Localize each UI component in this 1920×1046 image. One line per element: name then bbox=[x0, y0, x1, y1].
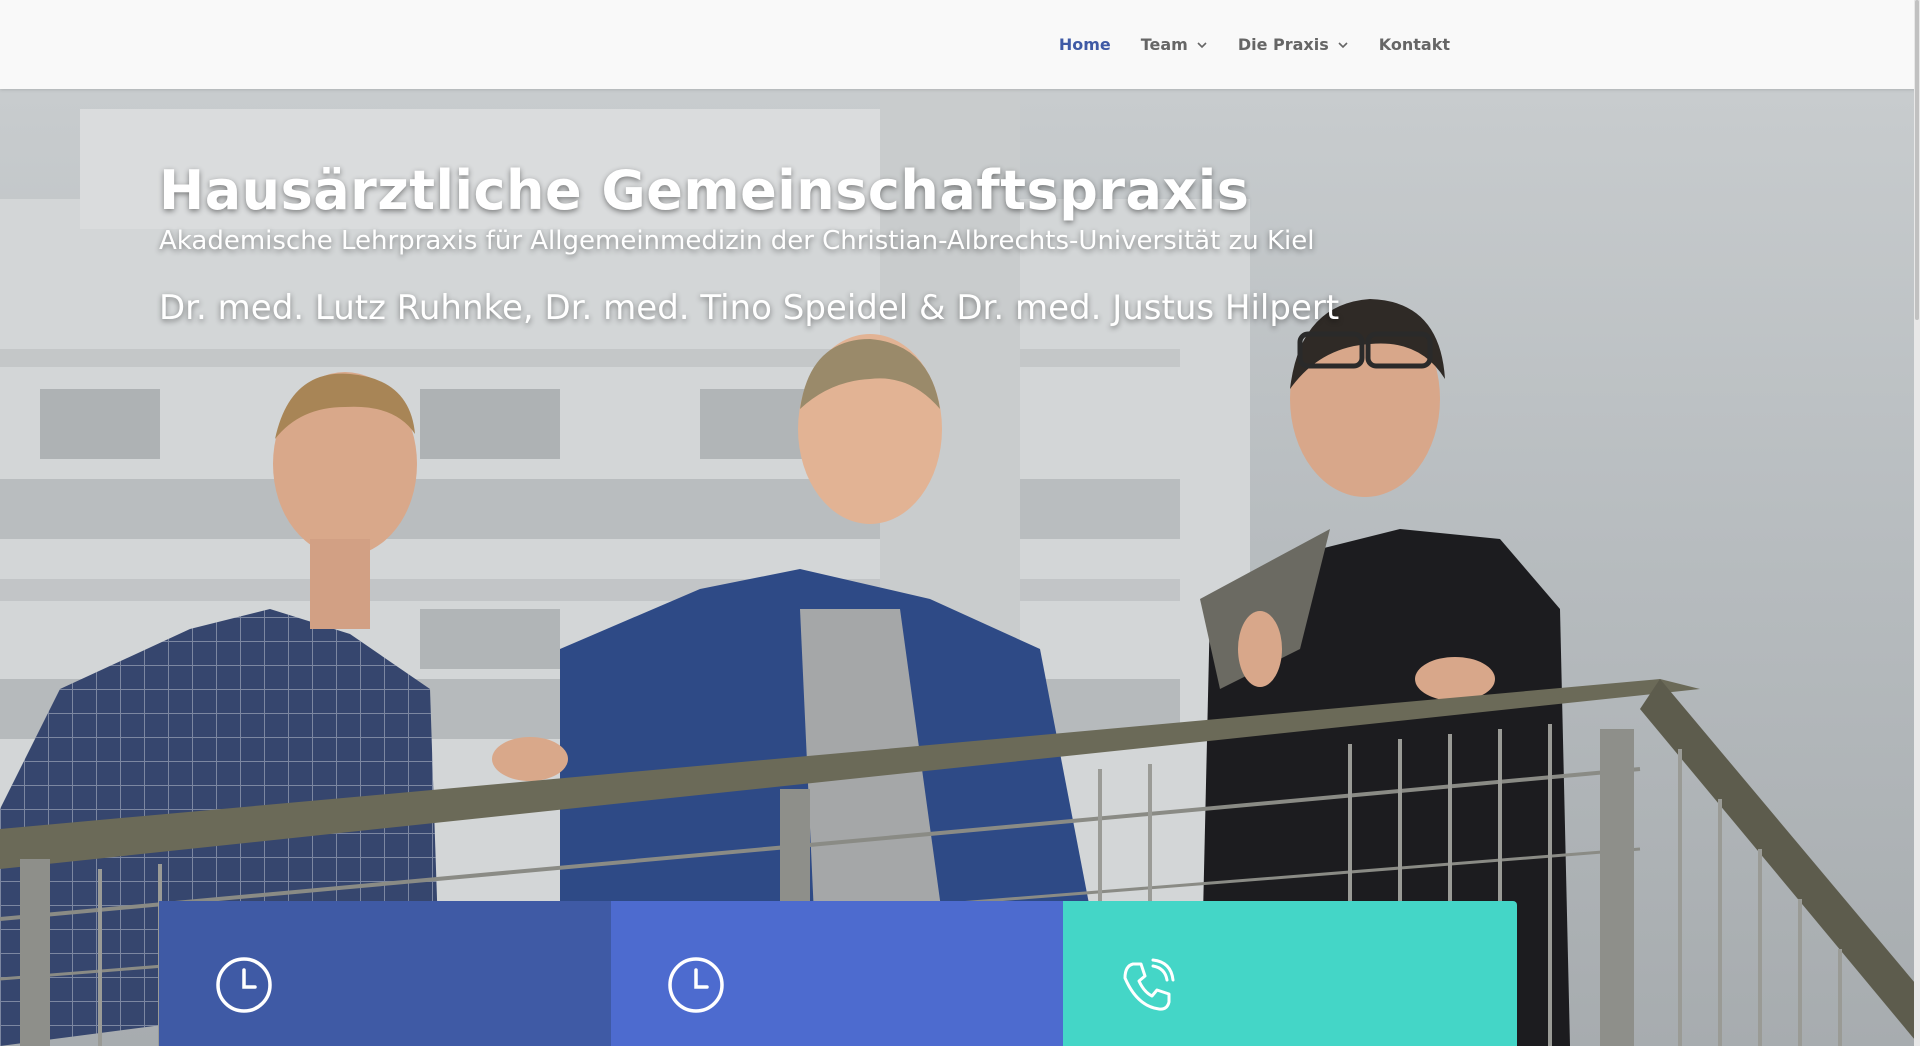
hero-text-block: Hausärztliche Gemeinschaftspraxis Akadem… bbox=[159, 159, 1339, 328]
scrollbar-thumb[interactable] bbox=[1915, 0, 1919, 320]
info-boxes bbox=[159, 901, 1517, 1046]
info-box-hours-2[interactable] bbox=[611, 901, 1063, 1046]
nav-item-label: Die Praxis bbox=[1237, 35, 1329, 54]
page-title: Hausärztliche Gemeinschaftspraxis bbox=[159, 159, 1250, 222]
chevron-down-icon bbox=[1197, 41, 1207, 48]
hero-doctors: Dr. med. Lutz Ruhnke, Dr. med. Tino Spei… bbox=[159, 288, 1340, 328]
hero-subtitle: Akademische Lehrpraxis für Allgemeinmedi… bbox=[159, 226, 1315, 256]
nav-item-label: Home bbox=[1058, 35, 1111, 54]
clock-icon bbox=[668, 957, 724, 1013]
info-box-phone[interactable] bbox=[1063, 901, 1517, 1046]
nav-item-label: Kontakt bbox=[1378, 35, 1450, 54]
scrollbar[interactable] bbox=[1914, 0, 1920, 1046]
nav-item-die-praxis[interactable]: Die Praxis bbox=[1238, 35, 1349, 54]
nav-item-kontakt[interactable]: Kontakt bbox=[1379, 35, 1450, 54]
site-header: Home Team Die Praxis Kontakt bbox=[0, 0, 1920, 89]
nav-item-home[interactable]: Home bbox=[1059, 35, 1111, 54]
phone-icon bbox=[1123, 958, 1175, 1011]
clock-icon bbox=[216, 957, 272, 1013]
chevron-down-icon bbox=[1338, 41, 1348, 48]
nav-item-label: Team bbox=[1140, 35, 1188, 54]
info-box-hours-1[interactable] bbox=[159, 901, 611, 1046]
nav-item-team[interactable]: Team bbox=[1141, 35, 1208, 54]
main-nav: Home Team Die Praxis Kontakt bbox=[1059, 0, 1450, 89]
